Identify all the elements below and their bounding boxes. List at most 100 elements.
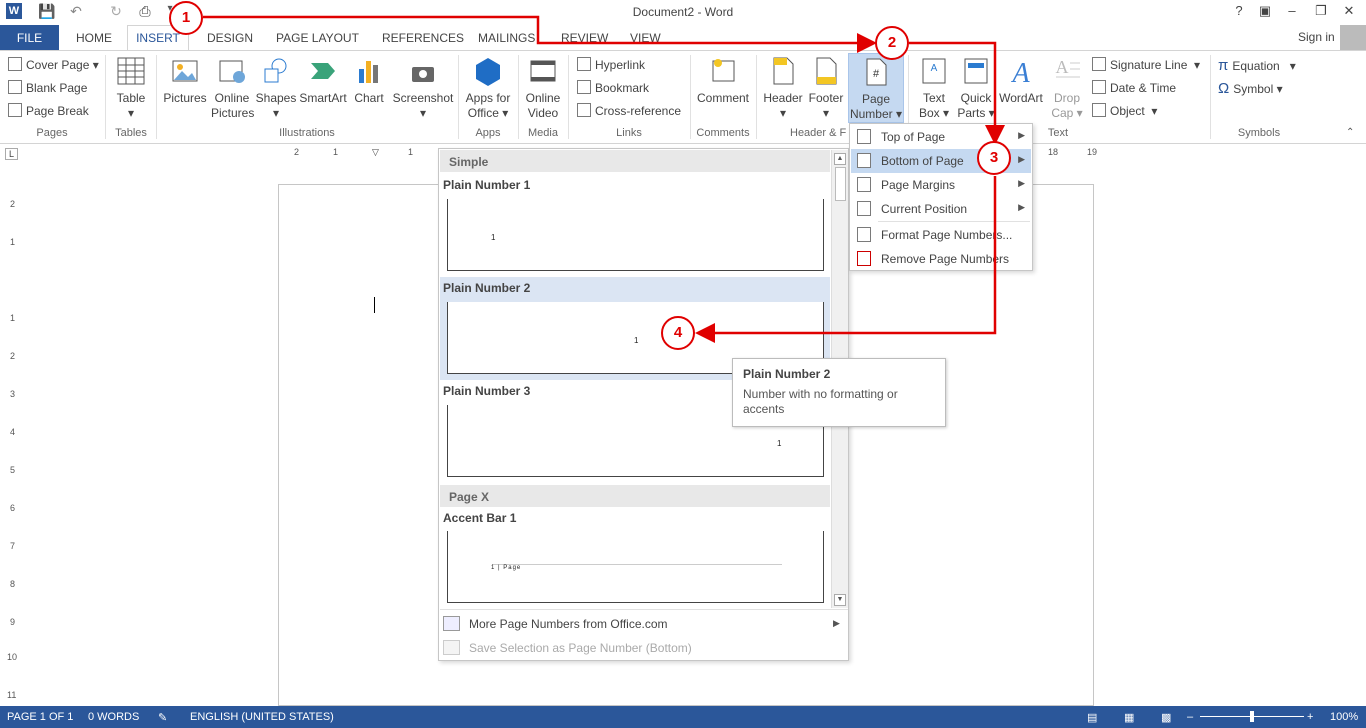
zoom-in-icon[interactable]: + bbox=[1307, 711, 1313, 723]
gallery-section-header: Page X bbox=[440, 485, 830, 507]
header-button[interactable]: Header ▾ bbox=[762, 55, 804, 121]
pictures-icon bbox=[172, 60, 198, 82]
ribbon-insert: Cover Page ▾ Blank Page Page Break Pages… bbox=[0, 50, 1366, 144]
page-break-button[interactable]: Page Break bbox=[8, 103, 89, 118]
tab-review[interactable]: REVIEW bbox=[561, 31, 608, 45]
window-title: Document2 - Word bbox=[632, 5, 734, 19]
tab-selector-icon[interactable]: L bbox=[5, 148, 18, 160]
zoom-level[interactable]: 100% bbox=[1330, 711, 1358, 723]
screenshot-button[interactable]: Screenshot ▾ bbox=[391, 55, 455, 121]
ruler-tick-label: 1 bbox=[10, 237, 16, 247]
ruler-tick-label: 10 bbox=[7, 652, 18, 662]
tooltip-description: Number with no formatting or accents bbox=[743, 387, 898, 416]
ribbon-display-options-icon[interactable]: ▣ bbox=[1254, 3, 1276, 19]
avatar[interactable] bbox=[1340, 25, 1366, 50]
object-button[interactable]: Object ▾ bbox=[1092, 103, 1157, 118]
print-layout-icon[interactable]: ▦ bbox=[1124, 711, 1134, 724]
callout-4: 4 bbox=[661, 316, 695, 350]
zoom-slider-thumb[interactable] bbox=[1250, 711, 1254, 722]
drop-cap-button[interactable]: A Drop Cap ▾ bbox=[1047, 55, 1087, 121]
hyperlink-icon bbox=[577, 57, 591, 71]
scroll-thumb[interactable] bbox=[835, 167, 846, 201]
language-status[interactable]: ENGLISH (UNITED STATES) bbox=[190, 711, 334, 723]
callout-3: 3 bbox=[977, 141, 1011, 175]
menu-item-page-margins[interactable]: Page Margins ▶ bbox=[851, 173, 1031, 197]
tab-view[interactable]: VIEW bbox=[630, 31, 661, 45]
cross-reference-button[interactable]: Cross-reference bbox=[577, 103, 681, 118]
ruler-tick-label: 2 bbox=[294, 147, 300, 157]
gallery-item-accent-bar-1[interactable]: 1 | Page bbox=[447, 531, 824, 603]
gallery-item-title: Accent Bar 1 bbox=[443, 511, 517, 525]
equation-button[interactable]: π Equation ▾ bbox=[1218, 57, 1296, 74]
restore-icon[interactable]: ❐ bbox=[1310, 3, 1332, 19]
wordart-button[interactable]: A WordArt bbox=[997, 55, 1045, 106]
cover-page-button[interactable]: Cover Page ▾ bbox=[8, 57, 99, 72]
read-mode-icon[interactable]: ▤ bbox=[1087, 711, 1097, 724]
signature-line-icon bbox=[1092, 57, 1106, 71]
close-icon[interactable]: ✕ bbox=[1338, 3, 1360, 19]
tab-mailings[interactable]: MAILINGS bbox=[478, 31, 535, 45]
scroll-down-icon[interactable]: ▼ bbox=[834, 594, 846, 606]
menu-item-format-page-numbers[interactable]: Format Page Numbers... bbox=[851, 223, 1031, 247]
tab-home[interactable]: HOME bbox=[76, 31, 112, 45]
date-time-button[interactable]: Date & Time bbox=[1092, 80, 1176, 95]
submenu-arrow-icon: ▶ bbox=[1018, 154, 1025, 164]
divider bbox=[440, 609, 848, 610]
bookmark-button[interactable]: Bookmark bbox=[577, 80, 649, 95]
chart-icon bbox=[359, 61, 378, 83]
bookmark-icon bbox=[577, 80, 591, 94]
tab-page-layout[interactable]: PAGE LAYOUT bbox=[276, 31, 359, 45]
online-video-button[interactable]: Online Video bbox=[521, 55, 565, 121]
svg-text:A: A bbox=[1056, 57, 1069, 77]
page-count-status[interactable]: PAGE 1 OF 1 bbox=[7, 711, 73, 723]
more-page-numbers-item[interactable]: More Page Numbers from Office.com bbox=[443, 616, 668, 631]
table-button[interactable]: Table ▾ bbox=[110, 55, 152, 121]
signature-line-button[interactable]: Signature Line ▾ bbox=[1092, 57, 1200, 72]
shapes-button[interactable]: Shapes ▾ bbox=[255, 55, 297, 121]
blank-page-button[interactable]: Blank Page bbox=[8, 80, 87, 95]
menu-item-current-position[interactable]: Current Position ▶ bbox=[851, 197, 1031, 221]
web-layout-icon[interactable]: ▩ bbox=[1161, 711, 1171, 724]
save-selection-item[interactable]: Save Selection as Page Number (Bottom) bbox=[443, 640, 692, 655]
page-number-button[interactable]: # Page Number ▾ bbox=[848, 53, 904, 123]
quick-parts-button[interactable]: Quick Parts ▾ bbox=[956, 55, 996, 121]
ruler-tick-label: 3 bbox=[10, 389, 16, 399]
smartart-button[interactable]: SmartArt bbox=[299, 55, 347, 106]
page-margins-icon bbox=[857, 177, 871, 192]
save-selection-icon bbox=[443, 640, 460, 655]
gallery-item-plain-number-1[interactable]: 1 bbox=[447, 199, 824, 271]
comment-button[interactable]: Comment bbox=[694, 55, 752, 106]
tab-references[interactable]: REFERENCES bbox=[382, 31, 464, 45]
ruler-tick-label: 18 bbox=[1048, 147, 1059, 157]
word-count-status[interactable]: 0 WORDS bbox=[88, 711, 139, 723]
collapse-ribbon-icon[interactable]: ⌃ bbox=[1346, 127, 1354, 138]
text-box-button[interactable]: A Text Box ▾ bbox=[912, 55, 956, 121]
scroll-up-icon[interactable]: ▲ bbox=[834, 153, 846, 165]
zoom-out-icon[interactable]: – bbox=[1187, 711, 1193, 723]
symbol-button[interactable]: Ω Symbol ▾ bbox=[1218, 80, 1283, 97]
help-button[interactable]: ? bbox=[1228, 3, 1250, 18]
page-break-icon bbox=[8, 103, 22, 117]
indent-marker-icon[interactable]: ▽ bbox=[372, 147, 379, 158]
ruler-tick-label: 1 bbox=[408, 147, 414, 157]
vertical-ruler[interactable]: 2 1 1 2 3 4 5 6 7 8 9 10 11 bbox=[4, 185, 19, 705]
minimize-icon[interactable]: – bbox=[1281, 3, 1303, 18]
drop-cap-icon: A bbox=[1056, 57, 1080, 78]
tab-design[interactable]: DESIGN bbox=[207, 31, 253, 45]
sign-in-link[interactable]: Sign in bbox=[1298, 30, 1335, 44]
submenu-arrow-icon: ▶ bbox=[833, 618, 840, 628]
menu-item-remove-page-numbers[interactable]: Remove Page Numbers bbox=[851, 247, 1031, 271]
apps-for-office-icon bbox=[476, 58, 500, 86]
apps-for-office-button[interactable]: Apps for Office ▾ bbox=[462, 55, 514, 121]
footer-button[interactable]: Footer ▾ bbox=[806, 55, 846, 121]
proofing-icon[interactable]: ✎ bbox=[158, 711, 167, 724]
chart-button[interactable]: Chart bbox=[351, 55, 387, 106]
tab-file[interactable]: FILE bbox=[0, 25, 59, 50]
pictures-button[interactable]: Pictures bbox=[161, 55, 209, 106]
svg-text:A: A bbox=[931, 63, 938, 74]
online-pictures-button[interactable]: Online Pictures bbox=[211, 55, 254, 121]
sample-page-number: 1 | Page bbox=[491, 565, 522, 571]
ruler-tick-label: 7 bbox=[10, 541, 16, 551]
header-icon bbox=[773, 57, 794, 85]
hyperlink-button[interactable]: Hyperlink bbox=[577, 57, 645, 72]
